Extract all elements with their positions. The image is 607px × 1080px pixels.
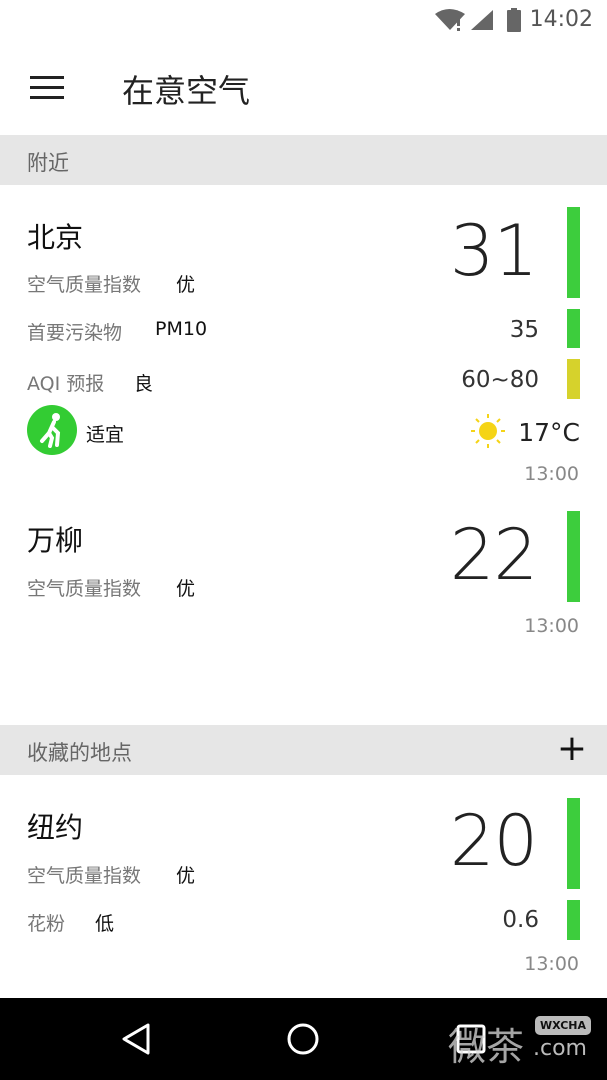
forecast-bar — [567, 359, 580, 399]
status-bar: 14:02 — [0, 0, 607, 40]
pollutant: PM10 — [155, 318, 208, 340]
pollen-bar — [567, 900, 580, 940]
home-icon[interactable] — [286, 1022, 320, 1056]
watermark-badge: WXCHA — [535, 1016, 592, 1035]
aqi-label: 空气质量指数 — [27, 274, 142, 296]
updated-time: 13:00 — [524, 953, 579, 975]
section-nearby: 附近 — [0, 135, 607, 185]
sun-icon — [471, 414, 505, 448]
clock: 14:02 — [529, 7, 593, 32]
updated-time: 13:00 — [524, 463, 579, 485]
forecast-value: 60~80 — [461, 367, 539, 393]
section-title: 附近 — [27, 151, 69, 175]
aqi-label: 空气质量指数 — [27, 865, 142, 887]
watermark-text: 微茶 — [448, 1025, 525, 1069]
pollutant-bar — [567, 309, 580, 348]
pollutant-label: 首要污染物 — [27, 322, 123, 344]
aqi-label: 空气质量指数 — [27, 578, 142, 600]
pollen-level: 低 — [95, 913, 115, 935]
aqi-bar — [567, 798, 580, 889]
aqi-bar — [567, 207, 580, 298]
running-icon — [27, 405, 77, 455]
aqi-level: 优 — [176, 274, 196, 296]
temperature: 17°C — [518, 418, 580, 447]
aqi-bar — [567, 511, 580, 602]
watermark-domain: .com — [533, 1036, 587, 1061]
forecast-label: AQI 预报 — [27, 373, 105, 395]
city-name: 纽约 — [27, 811, 84, 844]
forecast-level: 良 — [134, 373, 154, 395]
wifi-alert-icon — [435, 8, 521, 32]
back-icon[interactable] — [120, 1022, 152, 1056]
city-name: 万柳 — [27, 524, 84, 557]
signal-icon — [471, 10, 493, 30]
pollutant-value: 35 — [509, 317, 539, 343]
app-title: 在意空气 — [122, 72, 251, 110]
watermark: 微茶 — [448, 1016, 524, 1071]
plus-icon[interactable]: + — [557, 729, 587, 769]
section-favorites: 收藏的地点 + — [0, 725, 607, 775]
city-name: 北京 — [27, 221, 84, 254]
pollen-label: 花粉 — [27, 913, 66, 935]
pollen-value: 0.6 — [502, 907, 539, 933]
aqi-value: 31 — [449, 210, 538, 292]
aqi-level: 优 — [176, 578, 196, 600]
section-title: 收藏的地点 — [27, 741, 132, 765]
activity-label: 适宜 — [86, 424, 125, 446]
hamburger-icon[interactable] — [30, 76, 64, 100]
navigation-bar: 微茶 WXCHA .com — [0, 998, 607, 1080]
battery-icon — [507, 10, 521, 32]
aqi-level: 优 — [176, 865, 196, 887]
aqi-value: 22 — [449, 514, 538, 596]
aqi-value: 20 — [449, 800, 538, 882]
updated-time: 13:00 — [524, 615, 579, 637]
toolbar: 在意空气 — [0, 40, 607, 135]
